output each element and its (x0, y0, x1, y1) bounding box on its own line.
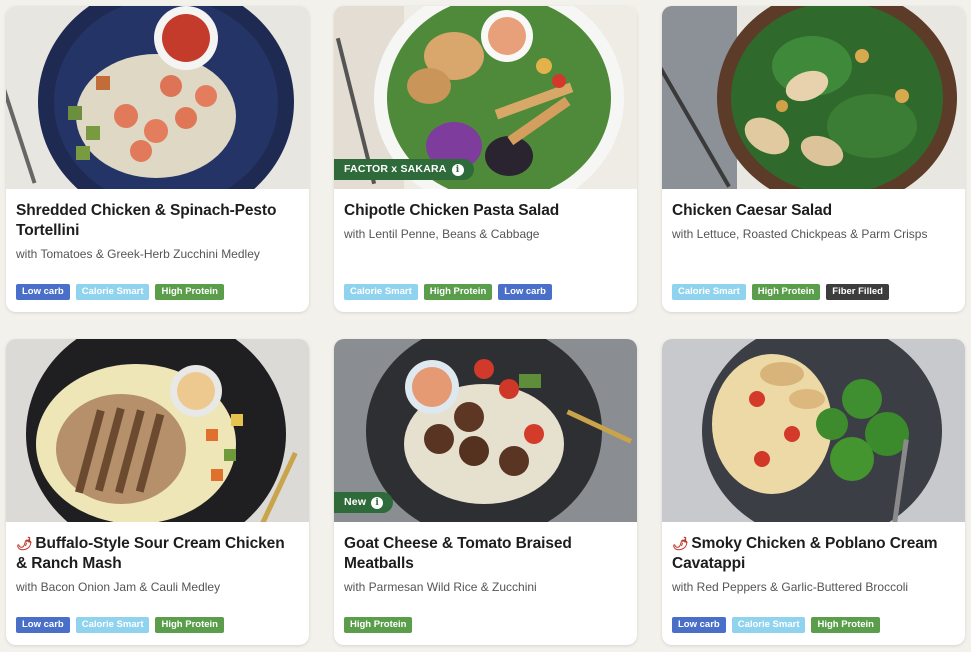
meal-card[interactable]: Chicken Caesar Salad with Lettuce, Roast… (662, 6, 965, 312)
meal-photo-art (6, 6, 309, 189)
meal-card[interactable]: 🌶 Buffalo-Style Sour Cream Chicken & Ranc… (6, 339, 309, 645)
info-icon[interactable]: i (451, 163, 464, 176)
badge-low-carb: Low carb (498, 284, 552, 300)
promo-tag-label: FACTOR x SAKARA (344, 163, 447, 175)
badge-list: Calorie Smart High Protein Low carb (344, 284, 552, 300)
meal-subtitle: with Lettuce, Roasted Chickpeas & Parm C… (672, 227, 928, 241)
badge-high-protein: High Protein (811, 617, 880, 633)
badge-fiber-filled: Fiber Filled (826, 284, 889, 300)
badge-low-carb: Low carb (16, 617, 70, 633)
meal-subtitle: with Lentil Penne, Beans & Cabbage (344, 227, 540, 241)
meal-photo-art (662, 6, 965, 189)
info-icon[interactable]: i (371, 496, 384, 509)
badge-list: Low carb Calorie Smart High Protein (16, 617, 224, 633)
meal-title[interactable]: Chicken Caesar Salad (672, 201, 955, 221)
badge-list: Low carb Calorie Smart High Protein (16, 284, 224, 300)
badge-high-protein: High Protein (751, 284, 821, 300)
meal-subtitle: with Parmesan Wild Rice & Zucchini (344, 580, 537, 594)
badge-list: Calorie Smart High Protein Fiber Filled (672, 284, 889, 300)
meal-subtitle: with Red Peppers & Garlic-Buttered Brocc… (672, 580, 909, 594)
badge-high-protein: High Protein (155, 617, 224, 633)
badge-calorie-smart: Calorie Smart (75, 284, 150, 300)
meal-photo[interactable] (6, 6, 309, 189)
meal-photo[interactable]: FACTOR x SAKARA i (334, 6, 637, 189)
promo-tag-label: New (344, 496, 367, 508)
badge-high-protein: High Protein (155, 284, 224, 300)
promo-tag[interactable]: New i (334, 492, 394, 513)
meal-title[interactable]: 🌶 Buffalo-Style Sour Cream Chicken & Ranc… (16, 534, 299, 574)
badge-list: High Protein (344, 617, 413, 633)
meal-photo[interactable] (6, 339, 309, 522)
meal-card[interactable]: Shredded Chicken & Spinach-Pesto Tortell… (6, 6, 309, 312)
badge-high-protein: High Protein (344, 617, 413, 633)
badge-low-carb: Low carb (16, 284, 70, 300)
meal-subtitle: with Tomatoes & Greek-Herb Zucchini Medl… (16, 247, 260, 261)
badge-list: Low carb Calorie Smart High Protein (672, 617, 880, 633)
meal-photo[interactable] (662, 339, 965, 522)
meal-title[interactable]: Chipotle Chicken Pasta Salad (344, 201, 627, 221)
meal-photo-art (6, 339, 309, 522)
meal-title[interactable]: Goat Cheese & Tomato Braised Meatballs (344, 534, 627, 574)
promo-tag[interactable]: FACTOR x SAKARA i (334, 159, 474, 180)
chili-pepper-icon: 🌶 (16, 536, 33, 551)
meal-photo-art (662, 339, 965, 522)
meal-card[interactable]: 🌶 Smoky Chicken & Poblano Cream Cavatappi… (662, 339, 965, 645)
meal-photo[interactable]: New i (334, 339, 637, 522)
meal-title[interactable]: Shredded Chicken & Spinach-Pesto Tortell… (16, 201, 299, 241)
meal-subtitle: with Bacon Onion Jam & Cauli Medley (16, 580, 221, 594)
meal-grid: Shredded Chicken & Spinach-Pesto Tortell… (0, 0, 971, 652)
badge-calorie-smart: Calorie Smart (672, 284, 746, 300)
chili-pepper-icon: 🌶 (672, 536, 689, 551)
badge-high-protein: High Protein (423, 284, 493, 300)
badge-low-carb: Low carb (672, 617, 726, 633)
badge-calorie-smart: Calorie Smart (75, 617, 150, 633)
badge-calorie-smart: Calorie Smart (344, 284, 418, 300)
meal-card[interactable]: New i Goat Cheese & Tomato Braised Meatb… (334, 339, 637, 645)
badge-calorie-smart: Calorie Smart (731, 617, 806, 633)
meal-photo[interactable] (662, 6, 965, 189)
meal-card[interactable]: FACTOR x SAKARA i Chipotle Chicken Pasta… (334, 6, 637, 312)
meal-title[interactable]: 🌶 Smoky Chicken & Poblano Cream Cavatappi (672, 534, 955, 574)
